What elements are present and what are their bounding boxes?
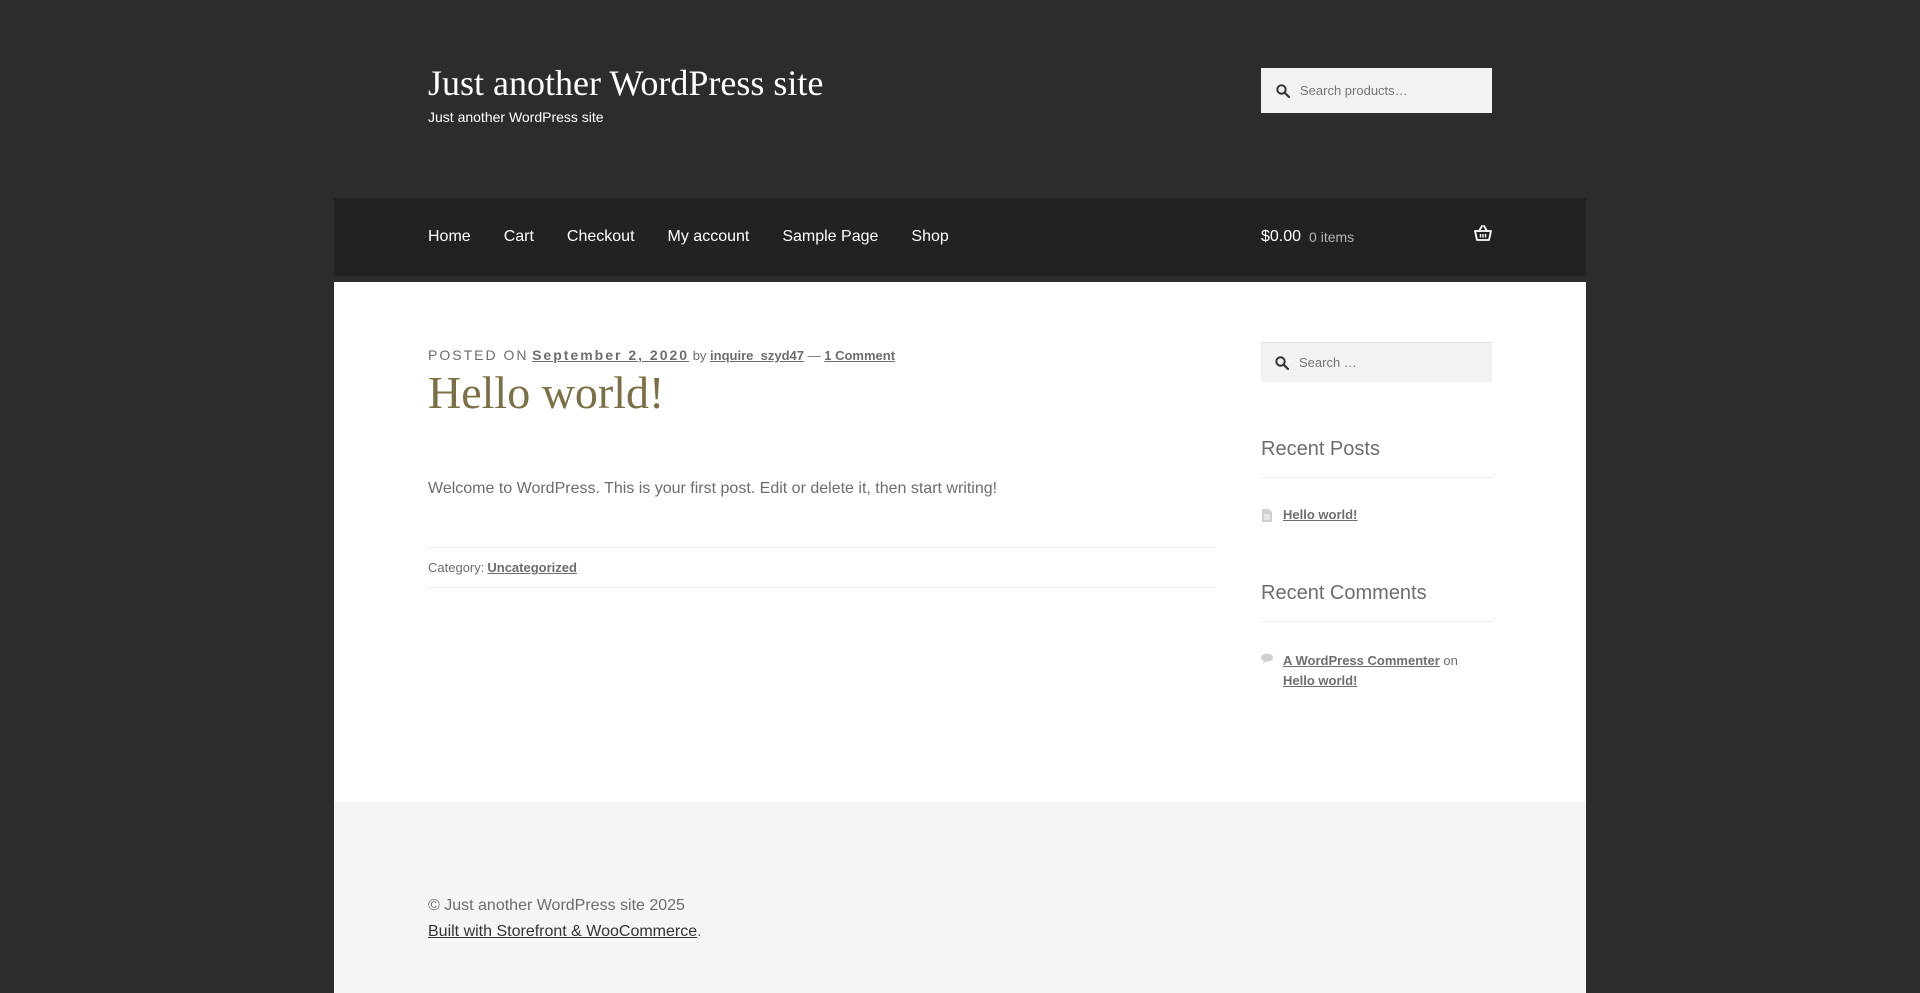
site-header: Just another WordPress site Just another… <box>0 0 1920 276</box>
post-category-line: Category: Uncategorized <box>428 547 1214 588</box>
nav-sample-page[interactable]: Sample Page <box>782 228 878 246</box>
recent-comment-item: A WordPress Commenter on Hello world! <box>1261 651 1492 691</box>
recent-posts-title: Recent Posts <box>1261 438 1492 478</box>
basket-icon <box>1474 225 1492 241</box>
footer-credit: Built with Storefront & WooCommerce. <box>428 923 702 941</box>
comment-post-link[interactable]: Hello world! <box>1283 673 1357 688</box>
meta-separator: — <box>807 348 821 363</box>
credit-period: . <box>697 923 702 940</box>
site-tagline: Just another WordPress site <box>428 109 604 125</box>
sidebar-search-input[interactable] <box>1289 354 1471 371</box>
recent-comments-title: Recent Comments <box>1261 582 1492 622</box>
nav-menu: Home Cart Checkout My account Sample Pag… <box>428 198 982 276</box>
post-author-link[interactable]: inquire_szyd47 <box>710 348 804 363</box>
main-content: Posted on September 2, 2020 by inquire_s… <box>334 282 1586 802</box>
by-label: by <box>692 348 707 363</box>
cart-count: 0 items <box>1309 229 1355 245</box>
search-icon <box>1275 355 1289 370</box>
document-icon <box>1262 509 1272 522</box>
nav-shop[interactable]: Shop <box>911 228 948 246</box>
nav-checkout[interactable]: Checkout <box>567 228 635 246</box>
nav-home[interactable]: Home <box>428 228 471 246</box>
product-search-box[interactable] <box>1261 68 1492 113</box>
site-footer: © Just another WordPress site 2025 Built… <box>334 802 1586 993</box>
recent-post-item: Hello world! <box>1261 507 1357 522</box>
product-search-input[interactable] <box>1290 82 1472 99</box>
post-date-link[interactable]: September 2, 2020 <box>532 347 689 363</box>
sidebar-search-box[interactable] <box>1261 342 1492 382</box>
post-content: Welcome to WordPress. This is your first… <box>428 480 998 497</box>
site-title[interactable]: Just another WordPress site <box>428 62 823 104</box>
category-label: Category: <box>428 560 485 575</box>
nav-my-account[interactable]: My account <box>668 228 750 246</box>
nav-cart[interactable]: Cart <box>504 228 534 246</box>
post-title[interactable]: Hello world! <box>428 366 664 419</box>
storefront-credit-link[interactable]: Built with Storefront & WooCommerce <box>428 923 697 940</box>
recent-post-link[interactable]: Hello world! <box>1283 507 1357 522</box>
search-icon <box>1276 83 1290 98</box>
header-cart-link[interactable]: $0.00 0 items <box>1261 198 1492 276</box>
comment-author-link[interactable]: A WordPress Commenter <box>1283 653 1440 668</box>
post-meta: Posted on September 2, 2020 by inquire_s… <box>428 347 895 363</box>
comment-on-label: on <box>1443 653 1458 668</box>
primary-navigation: Home Cart Checkout My account Sample Pag… <box>334 198 1586 276</box>
cart-amount: $0.00 <box>1261 228 1302 245</box>
posted-on-label: Posted on <box>428 347 529 363</box>
recent-comment-text: A WordPress Commenter on Hello world! <box>1283 651 1458 691</box>
footer-copyright: © Just another WordPress site 2025 <box>428 897 685 914</box>
comment-icon <box>1261 653 1273 664</box>
category-link[interactable]: Uncategorized <box>487 560 577 575</box>
post-comments-link[interactable]: 1 Comment <box>824 348 895 363</box>
